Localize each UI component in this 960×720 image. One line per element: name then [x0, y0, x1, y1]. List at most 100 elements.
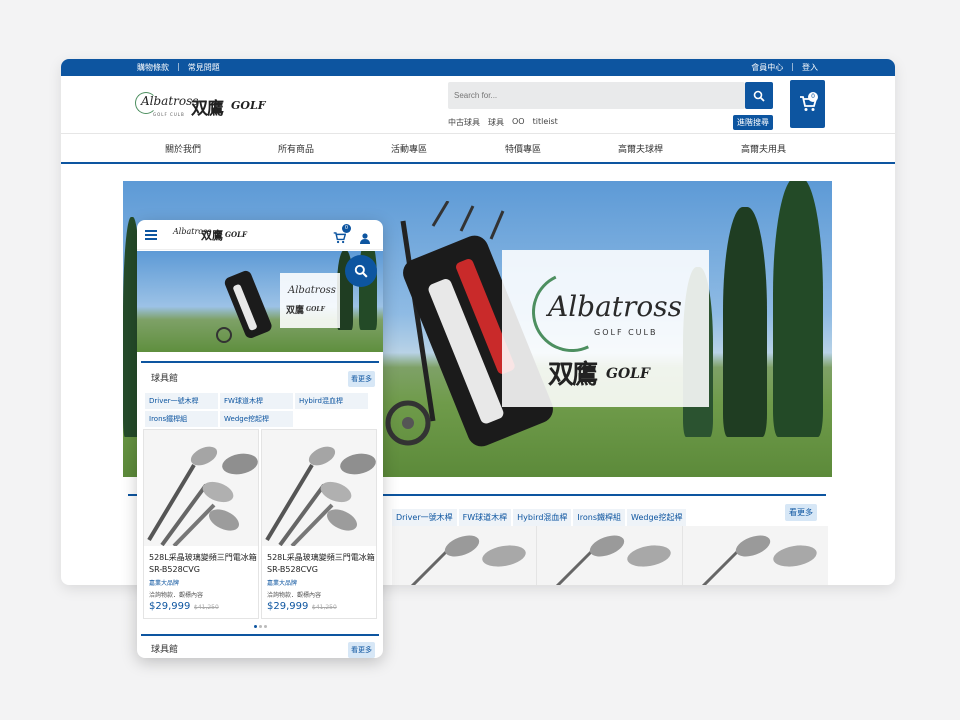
product-thumb[interactable] [537, 526, 683, 585]
see-more-button[interactable]: 看更多 [348, 371, 375, 387]
mobile-banner-logo-cn: 双鷹 [286, 306, 305, 316]
link-member-center[interactable]: 會員中心 [751, 62, 783, 73]
product-name[interactable]: 528L采晶玻璃變頻三門電冰箱SR-B528CVG [149, 552, 259, 576]
tab-driver[interactable]: Driver一號木桿 [392, 509, 457, 526]
product-image [262, 430, 376, 546]
mobile-banner-logo: Albatross 双鷹 GOLF [280, 273, 340, 328]
tab-wedge[interactable]: Wedge挖起桿 [627, 509, 687, 526]
golf-iron-image [265, 446, 376, 546]
banner-logo-sub: GOLF CULB [594, 328, 658, 337]
product-brand: 嘉業大品牌 [267, 580, 298, 587]
search-button[interactable] [745, 82, 773, 109]
link-login[interactable]: 登入 [802, 62, 818, 73]
hot-tags: 中古球具 球具 OO titleist [448, 117, 558, 128]
mobile-logo[interactable]: Albatross 双鷹 GOLF [173, 226, 253, 246]
cart-count-badge: 0 [808, 92, 818, 102]
search-icon [753, 90, 765, 102]
hamburger-menu-icon[interactable] [145, 230, 157, 240]
product-image [144, 430, 258, 546]
banner-logo-golf: GOLF [606, 366, 650, 382]
separator: | [791, 62, 794, 71]
logo-sub: GOLF CULB [153, 112, 185, 117]
mobile-category-section: 球具館 看更多 Driver一號木桿 FW球道木桿 Hybird混血桿 Iron… [141, 361, 379, 631]
mobile-category-section-2: 球具館 看更多 [141, 634, 379, 658]
site-logo[interactable]: Albatross GOLF CULB 双鷹 GOLF [133, 88, 273, 124]
hot-tag[interactable]: 中古球具 [448, 117, 480, 128]
product-price: $29,999 [267, 601, 309, 612]
product-card[interactable]: 528L采晶玻璃變頻三門電冰箱SR-B528CVG 嘉業大品牌 洽詢物款．觀標內… [261, 429, 377, 619]
mobile-category-tabs: Driver一號木桿 FW球道木桿 Hybird混血桿 Irons鐵桿組 Wed… [145, 393, 371, 427]
cart-count-badge: 0 [342, 224, 351, 233]
hot-tag[interactable]: 球具 [488, 117, 504, 128]
category-tabs: Driver一號木桿 FW球道木桿 Hybird混血桿 Irons鐵桿組 Wed… [392, 509, 687, 526]
product-brand: 嘉業大品牌 [149, 580, 180, 587]
tree-image [723, 207, 767, 437]
nav-item-all-products[interactable]: 所有商品 [278, 142, 314, 155]
logo-golf: GOLF [231, 99, 266, 112]
banner-logo-box: Albatross GOLF CULB 双鷹 GOLF [502, 250, 709, 407]
product-note: 洽詢物款．觀標內容 [149, 592, 204, 599]
top-utility-bar: 購物條款 | 常見問題 會員中心 | 登入 [61, 59, 895, 76]
product-card[interactable]: 528L采晶玻璃變頻三門電冰箱SR-B528CVG 嘉業大品牌 洽詢物款．觀標內… [143, 429, 259, 619]
tab-driver[interactable]: Driver一號木桿 [145, 393, 218, 409]
product-old-price: $41,250 [312, 604, 337, 611]
nav-item-about[interactable]: 關於我們 [165, 142, 201, 155]
nav-item-golf-clubs[interactable]: 高爾夫球桿 [618, 142, 663, 155]
cart-icon [333, 232, 347, 244]
tab-wedge[interactable]: Wedge挖起桿 [220, 411, 293, 427]
mobile-banner-logo-golf: GOLF [306, 306, 325, 313]
separator: | [177, 62, 180, 71]
golf-iron-image [556, 535, 672, 585]
product-thumb[interactable] [682, 526, 828, 585]
carousel-dot[interactable] [254, 625, 257, 628]
product-thumb[interactable] [392, 526, 538, 585]
cart-button[interactable]: 0 [790, 80, 825, 128]
see-more-button[interactable]: 看更多 [348, 642, 375, 658]
search-icon [354, 264, 368, 278]
logo-script: Albatross [141, 94, 199, 108]
section-title: 球具館 [151, 374, 179, 384]
site-header: Albatross GOLF CULB 双鷹 GOLF 中古球具 球具 OO t… [61, 76, 895, 133]
link-terms[interactable]: 購物條款 [137, 62, 169, 73]
product-old-price: $41,250 [194, 604, 219, 611]
mobile-banner-logo-script: Albatross [288, 285, 336, 296]
product-price: $29,999 [149, 601, 191, 612]
tab-hybrid[interactable]: Hybird混血桿 [513, 509, 572, 526]
carousel-dot[interactable] [259, 625, 262, 628]
product-strip [392, 526, 828, 585]
nav-item-sale[interactable]: 特價專區 [505, 142, 541, 155]
see-more-button[interactable]: 看更多 [785, 504, 817, 521]
mobile-logo-golf: GOLF [225, 230, 247, 239]
user-icon [360, 233, 370, 244]
section-title: 球具館 [151, 645, 179, 655]
tree-image [773, 181, 823, 437]
carousel-dot[interactable] [264, 625, 267, 628]
link-faq[interactable]: 常見問題 [188, 62, 220, 73]
nav-item-golf-gear[interactable]: 高爾夫用具 [741, 142, 786, 155]
tab-fairway[interactable]: FW球道木桿 [220, 393, 293, 409]
tab-irons[interactable]: Irons鐵桿組 [145, 411, 218, 427]
mobile-window: Albatross 双鷹 GOLF 0 Albatross 双鷹 GOLF 球具… [137, 220, 383, 658]
search-input[interactable] [448, 82, 745, 109]
banner-logo-script: Albatross [548, 290, 683, 323]
logo-cn: 双鷹 [191, 99, 224, 119]
carousel-dots[interactable] [254, 625, 267, 628]
golf-iron-image [701, 535, 817, 585]
tab-fairway[interactable]: FW球道木桿 [458, 509, 512, 526]
hot-tag[interactable]: titleist [533, 117, 558, 128]
golf-iron-image [410, 535, 526, 585]
product-cards: 528L采晶玻璃變頻三門電冰箱SR-B528CVG 嘉業大品牌 洽詢物款．觀標內… [143, 429, 377, 619]
mobile-user-button[interactable] [360, 229, 370, 248]
main-nav: 關於我們 所有商品 活動專區 特價專區 高爾夫球桿 高爾夫用具 [61, 133, 895, 164]
search-box [448, 82, 745, 109]
nav-item-events[interactable]: 活動專區 [391, 142, 427, 155]
product-name[interactable]: 528L采晶玻璃變頻三門電冰箱SR-B528CVG [267, 552, 377, 576]
floating-search-button[interactable] [345, 255, 377, 287]
tab-irons[interactable]: Irons鐵桿組 [573, 509, 626, 526]
banner-logo-cn: 双鷹 [548, 360, 598, 390]
tab-hybrid[interactable]: Hybird混血桿 [295, 393, 368, 409]
golf-bag-image [216, 270, 272, 343]
hot-tag[interactable]: OO [512, 117, 525, 128]
advanced-search-button[interactable]: 進階搜尋 [733, 115, 773, 130]
mobile-cart-button[interactable]: 0 [333, 224, 351, 248]
